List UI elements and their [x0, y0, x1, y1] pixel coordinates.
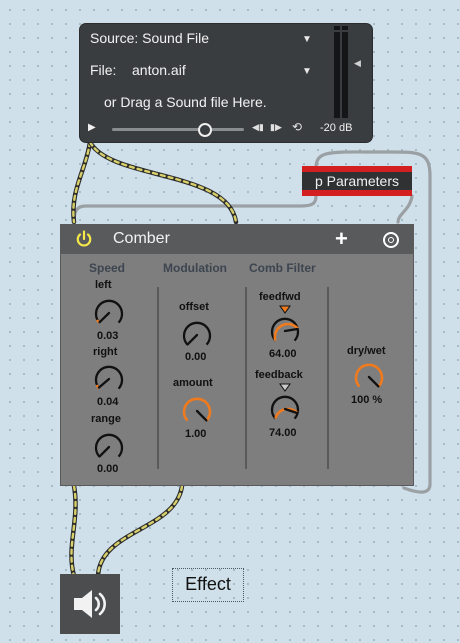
dial-feedback[interactable]: [267, 391, 303, 427]
source-label[interactable]: Source: Sound File: [90, 30, 209, 46]
drag-hint[interactable]: or Drag a Sound file Here.: [104, 94, 267, 110]
divider-3: [327, 287, 329, 469]
dial-left[interactable]: [91, 295, 127, 331]
dial-feedback-value: 74.00: [269, 427, 297, 439]
device-header: Comber +: [61, 225, 413, 254]
dial-amount-value: 1.00: [185, 428, 207, 440]
dial-drywet-value: 100 %: [351, 394, 383, 406]
dial-feedback-label: feedback: [255, 369, 303, 381]
dial-amount-label: amount: [173, 377, 213, 389]
file-dropdown-icon[interactable]: ▼: [302, 66, 312, 77]
dial-offset-label: offset: [179, 301, 209, 313]
sound-file-player[interactable]: Source: Sound File ▼ File: anton.aif ▼ o…: [80, 24, 372, 142]
back-icon[interactable]: ◀▮: [252, 122, 264, 133]
dial-right[interactable]: [91, 361, 127, 397]
dial-feedfwd-value: 64.00: [269, 348, 297, 360]
dial-right-label: right: [93, 346, 118, 358]
device-title: Comber: [113, 230, 170, 247]
dial-right-value: 0.04: [97, 396, 119, 408]
audio-output-toggle[interactable]: [60, 574, 120, 634]
dial-left-value: 0.03: [97, 330, 119, 342]
dial-drywet[interactable]: [351, 359, 387, 395]
section-speed: Speed: [89, 261, 126, 275]
dial-amount[interactable]: [179, 393, 215, 429]
meter-left-channel: [334, 26, 340, 118]
dial-feedfwd[interactable]: [267, 313, 303, 349]
transport-bar: ▶ ◀▮ ▮▶ ⟲ -20 dB: [88, 120, 368, 138]
source-dropdown-icon[interactable]: ▼: [302, 34, 312, 45]
dial-range-label: range: [91, 413, 121, 425]
position-slider-knob[interactable]: [198, 123, 212, 137]
dial-offset[interactable]: [179, 317, 215, 353]
divider-2: [245, 287, 247, 469]
parameters-subpatch[interactable]: p Parameters: [302, 166, 412, 196]
plus-icon[interactable]: +: [335, 226, 348, 252]
ring-icon[interactable]: [383, 232, 399, 248]
dial-range[interactable]: [91, 429, 127, 465]
comber-device: Comber + Speed Modulation Comb Filter le…: [60, 224, 414, 486]
position-slider[interactable]: [112, 128, 244, 131]
section-modulation: Modulation: [163, 261, 227, 275]
level-readout: -20 dB: [320, 122, 353, 134]
level-meter: [334, 26, 348, 118]
dial-feedfwd-label: feedfwd: [259, 291, 301, 303]
file-label: File:: [90, 62, 117, 78]
divider-1: [157, 287, 159, 469]
gain-pointer-icon[interactable]: ◀: [354, 58, 361, 69]
dial-drywet-label: dry/wet: [347, 345, 386, 357]
meter-right-channel: [342, 26, 348, 118]
effect-comment[interactable]: Effect: [172, 568, 244, 602]
speaker-icon: [74, 590, 106, 618]
dial-left-label: left: [95, 279, 112, 291]
file-name[interactable]: anton.aif: [132, 62, 186, 78]
section-comb-filter: Comb Filter: [249, 261, 316, 275]
cord-params-out: [72, 194, 318, 224]
dial-offset-value: 0.00: [185, 351, 207, 363]
power-icon[interactable]: [75, 230, 93, 248]
dial-range-value: 0.00: [97, 463, 119, 475]
forward-icon[interactable]: ▮▶: [270, 122, 282, 133]
play-icon[interactable]: ▶: [88, 122, 96, 133]
cord-device-top: [396, 194, 414, 224]
loop-icon[interactable]: ⟲: [292, 120, 302, 134]
